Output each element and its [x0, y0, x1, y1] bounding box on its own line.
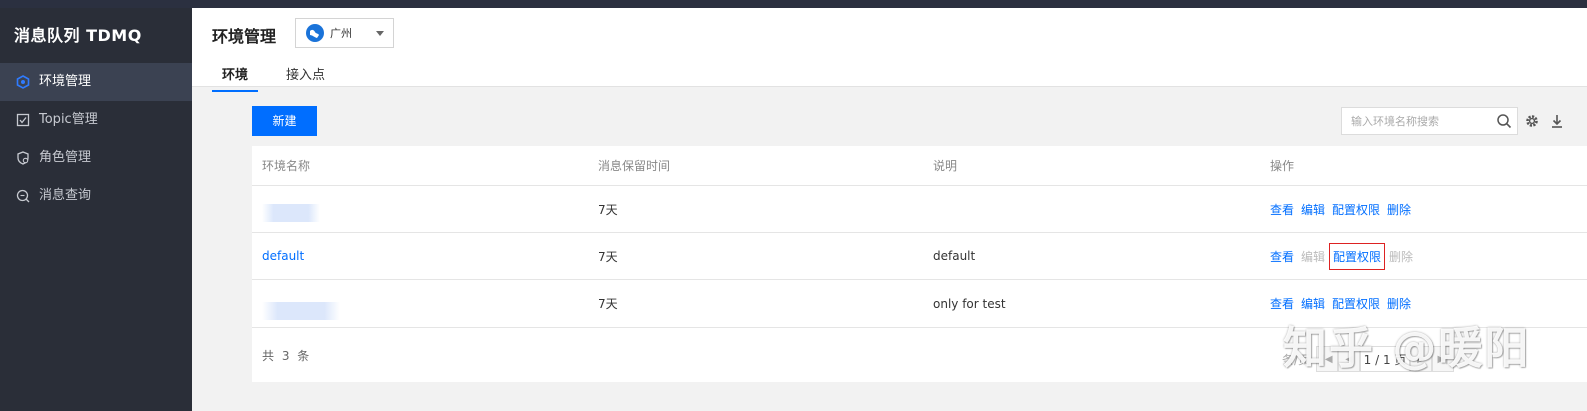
sidebar-item-message-query[interactable]: 消息查询 [0, 177, 192, 215]
config-permission-link[interactable]: 配置权限 [1332, 201, 1380, 218]
sidebar-item-topic[interactable]: Topic管理 [0, 101, 192, 139]
hexagon-icon [16, 75, 30, 89]
sidebar-item-label: 环境管理 [39, 74, 92, 89]
environment-name-link[interactable]: default [262, 249, 304, 263]
app-brand: 消息队列 TDMQ [14, 26, 142, 45]
column-header: 消息保留时间 [598, 159, 671, 173]
redacted-name[interactable] [262, 204, 320, 222]
environment-name-cell [262, 280, 340, 327]
table-row: 7天 查看 编辑 配置权限 删除 [252, 186, 1587, 233]
config-permission-link[interactable]: 配置权限 [1332, 295, 1380, 312]
region-select[interactable]: 广州 [295, 18, 394, 48]
redacted-name[interactable] [262, 301, 340, 320]
description-cell: only for test [933, 296, 1006, 311]
actions-cell: 查看 编辑 配置权限 删除 [1270, 233, 1420, 279]
delete-link[interactable]: 删除 [1387, 295, 1411, 312]
actions-cell: 查看 编辑 配置权限 删除 [1270, 186, 1418, 232]
sidebar: 消息队列 TDMQ 环境管理 Topic管理 角色管理 消息查询 [0, 8, 192, 411]
checkbox-icon [16, 113, 30, 127]
search-icon[interactable] [1496, 113, 1512, 129]
page-header: 环境管理 广州 环境 接入点 [192, 8, 1587, 92]
column-header: 操作 [1270, 159, 1295, 173]
gear-icon[interactable] [1524, 113, 1540, 129]
new-environment-button[interactable]: 新建 [252, 106, 317, 136]
retention-cell: 7天 [598, 297, 618, 311]
environment-name-cell [262, 186, 320, 232]
view-link[interactable]: 查看 [1270, 248, 1294, 265]
sidebar-item-label: 消息查询 [39, 188, 92, 203]
edit-link: 编辑 [1301, 249, 1326, 264]
watermark: 知乎 @暖阳 [1283, 323, 1531, 374]
column-header: 说明 [933, 159, 958, 173]
chevron-down-icon [376, 31, 384, 36]
environment-name-cell: default [262, 233, 304, 279]
sidebar-item-label: Topic管理 [39, 112, 98, 127]
edit-link[interactable]: 编辑 [1301, 201, 1325, 218]
table-header-row: 环境名称 消息保留时间 说明 操作 [252, 146, 1587, 186]
region-label: 广州 [330, 27, 352, 40]
sidebar-item-role[interactable]: 角色管理 [0, 139, 192, 177]
column-header: 环境名称 [262, 159, 311, 173]
view-link[interactable]: 查看 [1270, 295, 1294, 312]
retention-cell: 7天 [598, 249, 618, 264]
retention-cell: 7天 [598, 202, 618, 217]
sidebar-item-environment[interactable]: 环境管理 [0, 63, 192, 101]
tab-access-point[interactable]: 接入点 [276, 62, 335, 92]
page-title: 环境管理 [212, 27, 277, 46]
search-box [1341, 107, 1518, 135]
sidebar-item-label: 角色管理 [39, 150, 92, 165]
tab-bar: 环境 接入点 [212, 62, 353, 92]
role-shield-icon [16, 151, 30, 165]
description-cell: default [933, 249, 976, 263]
view-link[interactable]: 查看 [1270, 201, 1294, 218]
search-input[interactable] [1342, 108, 1492, 134]
delete-link: 删除 [1389, 249, 1414, 264]
table-row: default 7天 default 查看 编辑 配置权限 删除 [252, 233, 1587, 280]
search-message-icon [16, 189, 30, 203]
config-permission-link[interactable]: 配置权限 [1329, 242, 1386, 270]
top-bar [0, 0, 1587, 8]
delete-link[interactable]: 删除 [1387, 201, 1411, 218]
globe-icon [306, 24, 324, 42]
tab-environment[interactable]: 环境 [212, 62, 259, 92]
download-icon[interactable] [1549, 113, 1565, 129]
total-count: 共 3 条 [262, 349, 312, 363]
edit-link[interactable]: 编辑 [1301, 295, 1325, 312]
